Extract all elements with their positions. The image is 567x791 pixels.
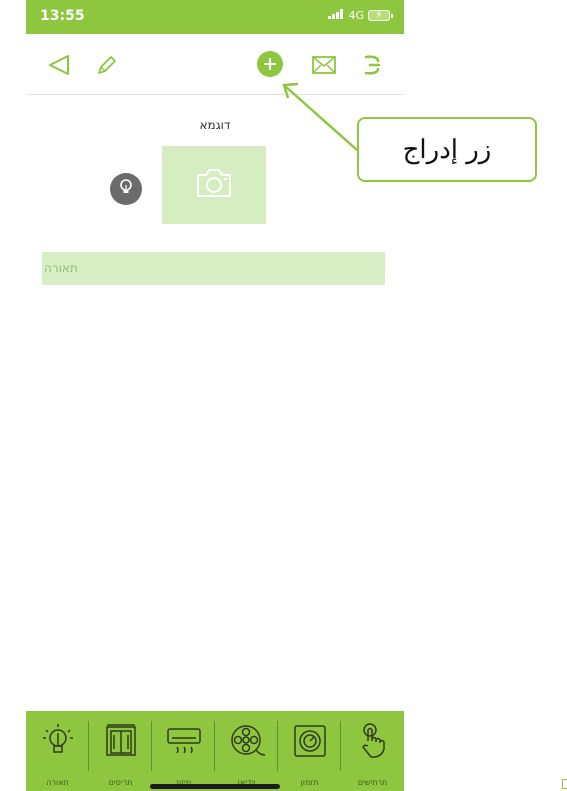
camera-icon xyxy=(194,167,234,203)
status-bar: 13:55 4G ⚡ xyxy=(26,0,404,34)
annotation-callout: زر إدراج xyxy=(357,117,537,182)
page-title: דוגמא xyxy=(199,118,231,132)
top-navbar xyxy=(26,34,404,95)
add-icon[interactable] xyxy=(256,50,284,78)
corner-mark xyxy=(562,779,567,789)
home-indicator xyxy=(150,784,280,789)
pencil-icon[interactable] xyxy=(91,50,121,80)
signal-icon xyxy=(328,9,344,22)
tab-video[interactable]: וידיאו xyxy=(215,711,278,791)
tab-shutters[interactable]: תריסים xyxy=(89,711,152,791)
status-indicators: 4G ⚡ xyxy=(328,8,393,22)
touch-hand-icon xyxy=(353,711,393,765)
section-header-lighting[interactable]: תאורה xyxy=(42,252,385,285)
status-time: 13:55 xyxy=(40,8,85,24)
tab-label: תאורה xyxy=(46,778,69,787)
lightbulb-badge[interactable] xyxy=(110,173,142,205)
menu-icon[interactable] xyxy=(358,50,388,80)
phone-screen: 13:55 4G ⚡ דוגמא תאורה תאורה תריסים מיזו… xyxy=(26,0,404,791)
tab-label: תרחישים xyxy=(357,778,388,787)
photo-placeholder[interactable] xyxy=(162,146,266,224)
shutters-icon xyxy=(101,711,141,765)
tab-timer[interactable]: תזמון xyxy=(278,711,341,791)
lightbulb-icon xyxy=(38,711,78,765)
film-reel-icon xyxy=(227,711,267,765)
back-icon[interactable] xyxy=(44,50,74,80)
bottom-tabbar: תאורה תריסים מיזוג וידיאו תזמון תרחישים xyxy=(26,711,404,791)
timer-icon xyxy=(290,711,330,765)
tab-label: תזמון xyxy=(300,778,319,787)
network-label: 4G xyxy=(348,9,364,22)
tab-air-conditioning[interactable]: מיזוג xyxy=(152,711,215,791)
lightbulb-icon xyxy=(117,178,135,200)
tab-scenarios[interactable]: תרחישים xyxy=(341,711,404,791)
air-conditioner-icon xyxy=(164,711,204,765)
tab-lighting[interactable]: תאורה xyxy=(26,711,89,791)
tab-label: תריסים xyxy=(108,778,133,787)
envelope-icon[interactable] xyxy=(309,50,339,80)
battery-icon: ⚡ xyxy=(368,8,393,21)
